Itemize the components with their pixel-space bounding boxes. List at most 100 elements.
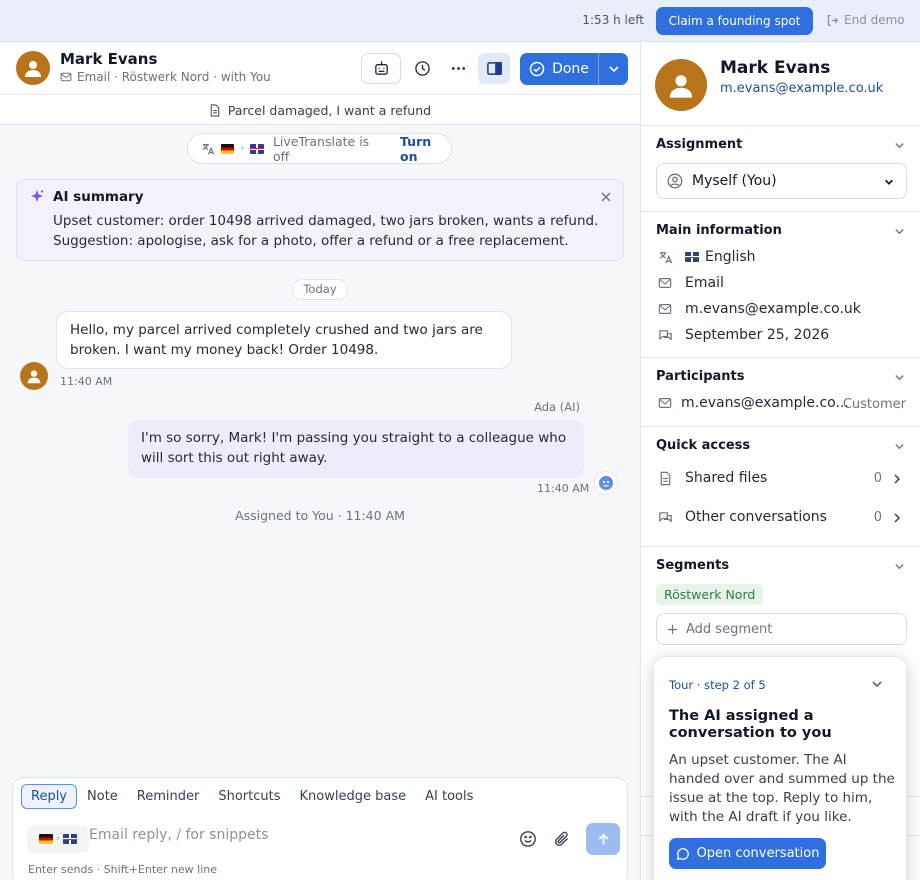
done-button[interactable]: Done [520,53,599,85]
flag-de-icon [39,834,54,844]
add-segment-label: Add segment [686,621,773,637]
mail-icon [657,302,673,316]
flag-gb-icon [685,252,699,262]
done-label: Done [552,61,589,77]
ai-bot-button[interactable] [361,53,401,84]
section-title-assignment[interactable]: Assignment [656,137,742,152]
quick-access-label: Shared files [685,470,768,486]
livetranslate-bar: › LiveTranslate is off Turn on [187,133,452,164]
document-icon [209,103,221,117]
plus-icon [667,624,678,635]
ai-summary-card: AI summary Upset customer: order 10498 a… [16,179,624,261]
ai-summary-body: Upset customer: order 10498 arrived dama… [53,212,613,251]
sparkle-icon [29,189,45,205]
toggle-sidebar-button[interactable] [478,53,510,84]
section-title-participants[interactable]: Participants [656,369,744,384]
section-title-quick-access[interactable]: Quick access [656,438,750,453]
email-value[interactable]: m.evans@example.co.uk [685,301,861,317]
ai-summary-line: Suggestion: apologise, ask for a photo, … [53,232,569,249]
chevron-down-icon[interactable] [893,560,906,573]
divider [641,426,920,427]
open-conversation-button[interactable]: Open conversation [669,838,826,869]
customer-avatar [20,362,48,390]
chevron-right-icon [891,473,903,485]
send-button[interactable] [586,823,620,855]
conversation-meta-text: Email · Röstwerk Nord · with You [77,70,271,84]
chevron-down-icon[interactable] [893,440,906,453]
ai-sender-label: Ada (AI) [534,400,580,414]
contact-name[interactable]: Mark Evans [60,50,157,68]
user-circle-icon [667,173,683,189]
tab-knowledge-base[interactable]: Knowledge base [291,785,416,808]
quick-access-label: Other conversations [685,509,827,525]
tab-reminder[interactable]: Reminder [128,785,209,808]
exit-icon [826,14,839,27]
segment-chip[interactable]: Röstwerk Nord [656,584,764,605]
conversation-header: Mark Evans Email · Röstwerk Nord · with … [0,43,640,95]
ai-message: I'm so sorry, Mark! I'm passing you stra… [128,420,584,478]
section-title-main-information[interactable]: Main information [656,223,782,238]
info-channel: Email [657,275,724,291]
reply-input[interactable]: Email reply, / for snippets [89,827,268,843]
contact-name: Mark Evans [720,58,831,78]
done-options-button[interactable] [599,62,628,76]
tab-note[interactable]: Note [78,785,127,808]
quick-access-count: 0 [873,470,882,486]
day-divider: Today [292,279,348,300]
translate-icon [201,142,215,156]
conversation-meta: Email · Röstwerk Nord · with You [60,70,271,84]
section-title-segments[interactable]: Segments [656,558,729,573]
arrow-up-icon [596,832,611,847]
divider [641,357,920,358]
tab-shortcuts[interactable]: Shortcuts [209,785,289,808]
participant-role: Customer [842,397,906,412]
more-horizontal-icon [450,60,467,77]
livetranslate-status: LiveTranslate is off [272,133,370,164]
chevron-down-icon[interactable] [893,371,906,384]
attachment-icon[interactable] [553,830,571,848]
add-segment-button[interactable]: Add segment [656,613,907,645]
contact-email-link[interactable]: m.evans@example.co.uk [720,81,883,96]
chevron-down-icon [607,62,621,76]
divider [641,125,920,126]
claim-founding-spot-button[interactable]: Claim a founding spot [656,7,813,35]
livetranslate-turn-on-button[interactable]: Turn on [400,134,451,164]
tab-ai-tools[interactable]: AI tools [416,785,482,808]
emoji-icon[interactable] [519,830,537,848]
chevron-down-icon[interactable] [893,139,906,152]
quick-access-count: 0 [873,509,882,525]
snooze-button[interactable] [407,53,437,84]
chevron-down-icon[interactable] [870,677,884,691]
contact-avatar-large [655,59,707,111]
translation-language-button[interactable]: › [27,825,89,853]
end-demo-button[interactable]: End demo [826,13,905,27]
close-icon[interactable] [600,191,612,203]
translate-icon [657,250,673,265]
done-split-button: Done [520,53,628,85]
more-options-button[interactable] [443,53,473,84]
file-icon [657,471,673,486]
tour-popover: Tour · step 2 of 5 The AI assigned a con… [653,656,907,880]
quick-access-shared-files[interactable]: Shared files 0 [657,470,907,486]
conversation-thread[interactable]: › LiveTranslate is off Turn on AI summar… [0,125,640,880]
participant-row[interactable]: m.evans@example.co... [657,395,849,411]
conversation-subject: Parcel damaged, I want a refund [0,96,640,125]
tab-reply[interactable]: Reply [21,784,78,809]
message-time: 11:40 AM [60,375,113,388]
divider [641,546,920,547]
flag-gb-icon [62,834,77,844]
reply-composer: Reply Note Reminder Shortcuts Knowledge … [12,777,628,880]
language-value: English [705,249,756,265]
assignee-select[interactable]: Myself (You) [656,163,907,199]
end-demo-label: End demo [844,13,905,27]
chevron-down-icon [883,176,895,188]
info-email: m.evans@example.co.uk [657,301,861,317]
subject-text: Parcel damaged, I want a refund [227,102,432,118]
sidebar-panel-icon [486,60,503,77]
mail-icon [657,396,673,410]
contact-avatar[interactable] [16,51,50,85]
chevron-down-icon[interactable] [893,225,906,238]
composer-tabs: Reply Note Reminder Shortcuts Knowledge … [21,784,483,809]
chat-bubbles-icon [657,328,673,343]
quick-access-other-conversations[interactable]: Other conversations 0 [657,509,907,525]
